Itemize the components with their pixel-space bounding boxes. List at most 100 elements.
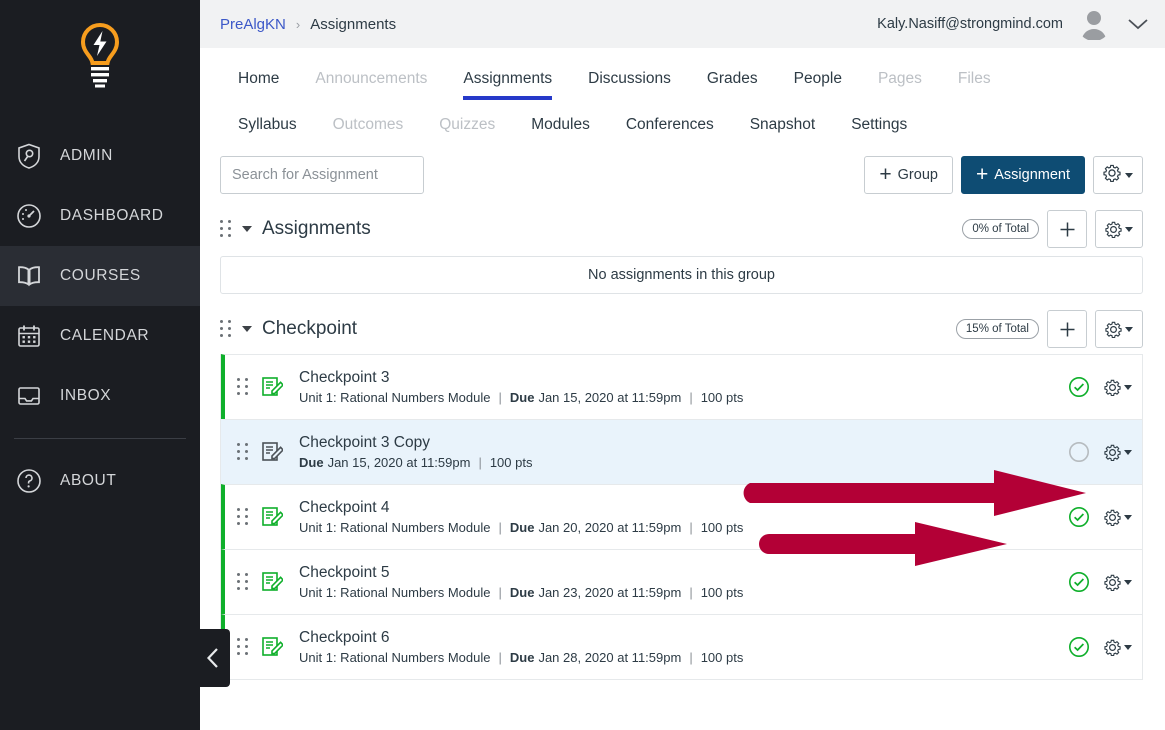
search-input[interactable] — [220, 156, 424, 194]
assignment-points: 100 pts — [700, 585, 744, 600]
published-check-icon[interactable] — [1068, 636, 1090, 658]
group-add-assignment-button[interactable] — [1047, 310, 1087, 348]
sidebar-item-courses[interactable]: COURSES — [0, 246, 200, 306]
tab-outcomes: Outcomes — [332, 116, 404, 133]
toolbar-actions: + Group + Assignment — [864, 156, 1143, 194]
add-group-button[interactable]: + Group — [864, 156, 953, 194]
add-assignment-label: Assignment — [994, 167, 1070, 183]
add-group-label: Group — [897, 167, 938, 183]
assignment-edit-icon — [261, 506, 283, 528]
collapse-caret-icon[interactable] — [242, 326, 252, 332]
group-empty-message: No assignments in this group — [220, 256, 1143, 294]
breadcrumb-course-link[interactable]: PreAlgKN — [220, 16, 286, 33]
row-settings-button[interactable] — [1104, 639, 1132, 656]
tab-syllabus[interactable]: Syllabus — [220, 116, 315, 146]
published-check-icon[interactable] — [1068, 506, 1090, 528]
meta-separator: | — [498, 390, 502, 405]
due-date: Jan 15, 2020 at 11:59pm — [538, 390, 682, 405]
assignment-points: 100 pts — [489, 455, 533, 470]
drag-handle-icon[interactable] — [237, 443, 249, 461]
sidebar-item-dashboard[interactable]: DASHBOARD — [0, 186, 200, 246]
published-check-icon[interactable] — [1068, 376, 1090, 398]
inbox-tray-icon — [14, 381, 44, 411]
group-settings-button[interactable] — [1095, 210, 1143, 248]
assignment-module: Unit 1: Rational Numbers Module — [299, 390, 491, 405]
group-title: Checkpoint — [262, 318, 358, 339]
group-header-assignments: Assignments 0% of Total — [200, 194, 1165, 248]
sidebar-item-about[interactable]: ABOUT — [0, 451, 200, 511]
tab-settings[interactable]: Settings — [833, 116, 925, 146]
published-check-icon[interactable] — [1068, 571, 1090, 593]
table-row[interactable]: Checkpoint 3 Copy Due Jan 15, 2020 at 11… — [221, 419, 1142, 484]
meta-separator: | — [478, 455, 482, 470]
row-settings-button[interactable] — [1104, 444, 1132, 461]
sidebar-item-admin[interactable]: ADMIN — [0, 126, 200, 186]
assignment-points: 100 pts — [700, 520, 744, 535]
chevron-down-icon[interactable] — [1125, 11, 1151, 37]
sidebar-collapse-button[interactable] — [196, 629, 230, 687]
caret-down-icon — [1125, 172, 1133, 178]
course-panel: Home Announcements Assignments Discussio… — [200, 48, 1165, 730]
avatar[interactable] — [1077, 7, 1111, 41]
group-settings-button[interactable] — [1095, 310, 1143, 348]
tab-quizzes: Quizzes — [439, 116, 496, 133]
sidebar-item-inbox[interactable]: INBOX — [0, 366, 200, 426]
row-settings-button[interactable] — [1104, 509, 1132, 526]
drag-handle-icon[interactable] — [237, 378, 249, 396]
tab-modules[interactable]: Modules — [513, 116, 608, 146]
tab-grades[interactable]: Grades — [689, 70, 776, 100]
app-logo[interactable] — [0, 0, 200, 112]
assignment-title[interactable]: Checkpoint 4 — [299, 499, 1068, 517]
due-label: Due — [509, 520, 535, 535]
assignment-info: Checkpoint 3 Copy Due Jan 15, 2020 at 11… — [299, 434, 1068, 470]
table-row[interactable]: Checkpoint 3 Unit 1: Rational Numbers Mo… — [221, 354, 1142, 419]
assignment-title[interactable]: Checkpoint 5 — [299, 564, 1068, 582]
drag-handle-icon[interactable] — [220, 320, 232, 338]
assignment-actions — [1068, 376, 1142, 398]
tab-pages: Pages — [877, 70, 922, 87]
row-settings-button[interactable] — [1104, 379, 1132, 396]
tab-snapshot[interactable]: Snapshot — [732, 116, 834, 146]
assignment-edit-icon — [261, 376, 283, 398]
user-menu[interactable]: Kaly.Nasiff@strongmind.com — [877, 7, 1151, 41]
meta-separator: | — [689, 390, 693, 405]
drag-handle-icon[interactable] — [220, 220, 232, 238]
sidebar-divider — [14, 438, 186, 439]
assignment-info: Checkpoint 4 Unit 1: Rational Numbers Mo… — [299, 499, 1068, 535]
user-email-label: Kaly.Nasiff@strongmind.com — [877, 16, 1063, 32]
unpublished-circle-icon[interactable] — [1068, 441, 1090, 463]
add-assignment-button[interactable]: + Assignment — [960, 156, 1085, 194]
tab-people[interactable]: People — [776, 70, 860, 100]
drag-handle-icon[interactable] — [237, 638, 249, 656]
table-row[interactable]: Checkpoint 4 Unit 1: Rational Numbers Mo… — [221, 484, 1142, 549]
due-date: Jan 20, 2020 at 11:59pm — [538, 520, 682, 535]
group-add-assignment-button[interactable] — [1047, 210, 1087, 248]
table-row[interactable]: Checkpoint 5 Unit 1: Rational Numbers Mo… — [221, 549, 1142, 614]
drag-handle-icon[interactable] — [237, 573, 249, 591]
drag-handle-icon[interactable] — [237, 508, 249, 526]
tab-discussions[interactable]: Discussions — [570, 70, 689, 100]
assignment-edit-icon — [261, 441, 283, 463]
assignment-info: Checkpoint 6 Unit 1: Rational Numbers Mo… — [299, 629, 1068, 665]
due-label: Due — [509, 650, 535, 665]
assignment-edit-icon — [261, 571, 283, 593]
row-settings-button[interactable] — [1104, 574, 1132, 591]
sidebar-item-calendar[interactable]: CALENDAR — [0, 306, 200, 366]
tab-assignments[interactable]: Assignments — [445, 70, 570, 100]
assignment-title[interactable]: Checkpoint 6 — [299, 629, 1068, 647]
collapse-caret-icon[interactable] — [242, 226, 252, 232]
table-row[interactable]: Checkpoint 6 Unit 1: Rational Numbers Mo… — [221, 614, 1142, 679]
assignment-actions — [1068, 506, 1142, 528]
assignment-title[interactable]: Checkpoint 3 Copy — [299, 434, 1068, 452]
tab-conferences[interactable]: Conferences — [608, 116, 732, 146]
assignment-edit-icon — [261, 636, 283, 658]
assignment-title[interactable]: Checkpoint 3 — [299, 369, 1068, 387]
group-right-checkpoint: 15% of Total — [955, 310, 1143, 348]
assignment-list: Checkpoint 3 Unit 1: Rational Numbers Mo… — [220, 354, 1143, 680]
course-nav-row-secondary: Syllabus Outcomes Quizzes Modules Confer… — [200, 100, 1165, 146]
tab-home[interactable]: Home — [220, 70, 297, 100]
assignments-settings-button[interactable] — [1093, 156, 1143, 194]
sidebar-items: ADMIN DASHBOARD COURSES CALENDAR INBOX A… — [0, 126, 200, 511]
sidebar-item-label: DASHBOARD — [60, 207, 164, 224]
group-title: Assignments — [262, 218, 371, 239]
